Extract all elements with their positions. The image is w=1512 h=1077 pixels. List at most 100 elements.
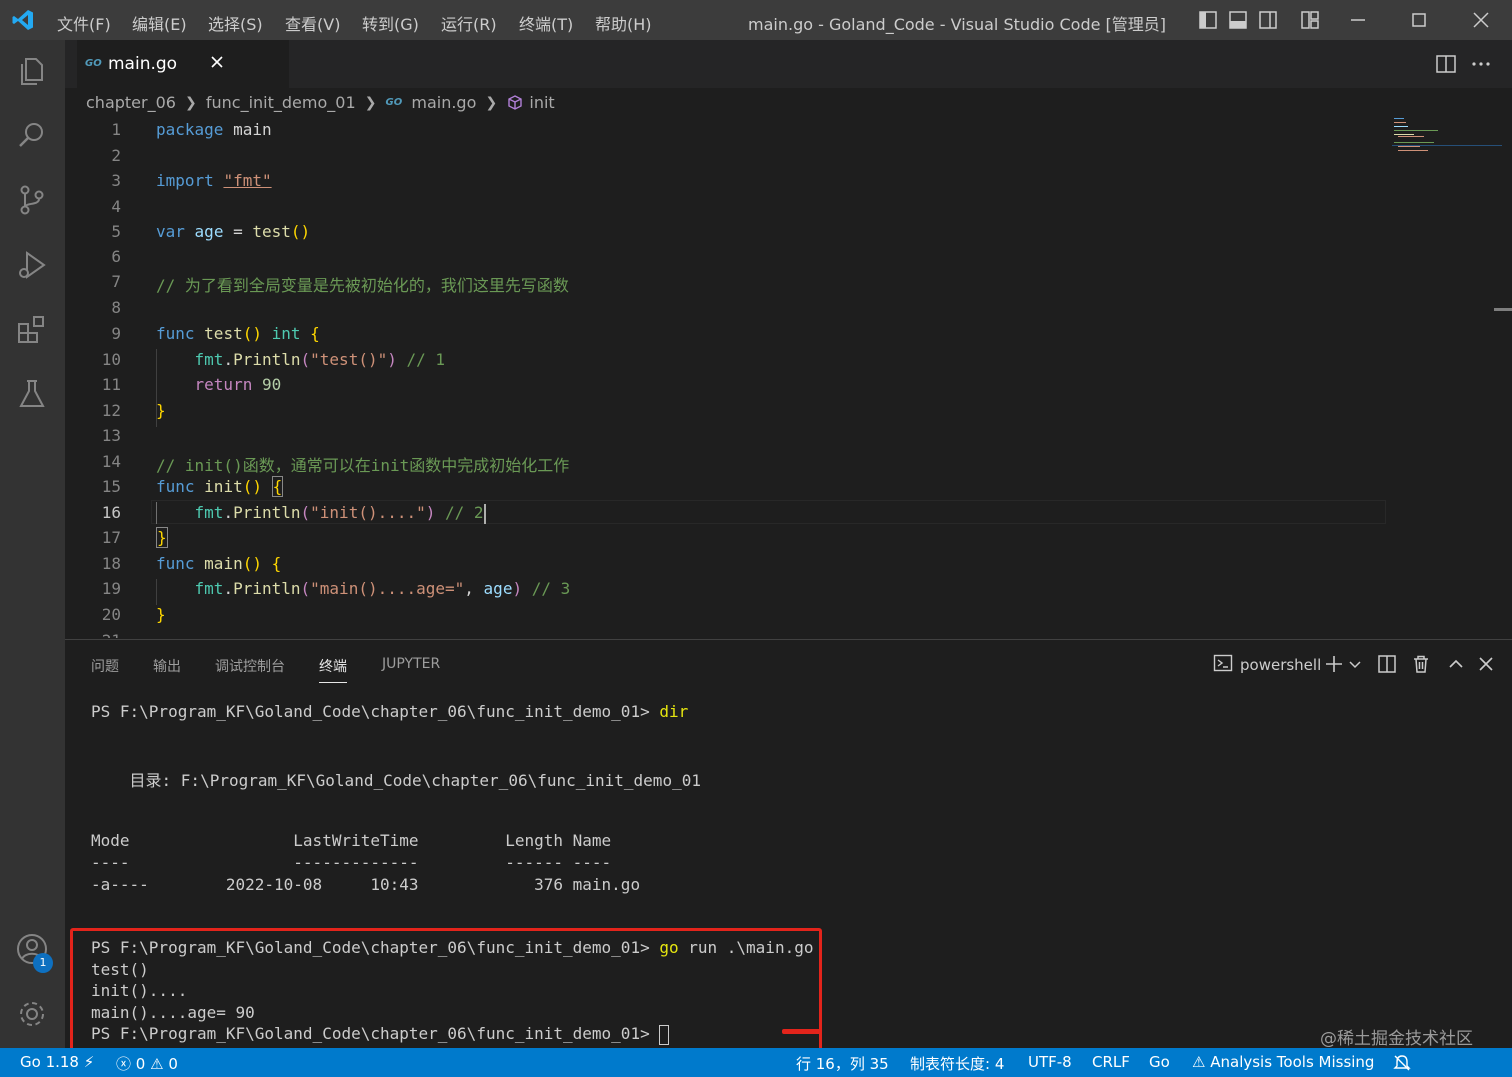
code-line-17: }: [156, 527, 168, 548]
line-number: 5: [111, 222, 121, 241]
tab-problems[interactable]: 问题: [91, 656, 119, 676]
line-number: 8: [111, 298, 121, 317]
toggle-panel-icon[interactable]: [1228, 10, 1248, 30]
breadcrumb-file[interactable]: main.go: [411, 93, 476, 112]
editor-tab-bar: GO main.go: [65, 40, 1512, 88]
kill-terminal-trash-icon[interactable]: [1411, 654, 1431, 674]
search-icon[interactable]: [15, 118, 49, 152]
code-line-3: import "fmt": [156, 171, 272, 190]
new-terminal-plus-icon[interactable]: [1324, 654, 1344, 674]
menu-selection[interactable]: 选择(S): [208, 11, 263, 35]
line-number: 19: [101, 579, 121, 598]
warning-icon: ⚠: [150, 1055, 164, 1073]
toggle-primary-sidebar-icon[interactable]: [1198, 10, 1218, 30]
line-number: 3: [111, 171, 121, 190]
line-number: 15: [101, 477, 121, 496]
menu-terminal[interactable]: 终端(T): [519, 11, 573, 35]
code-editor[interactable]: 123456789101112131415161718192021 packag…: [65, 116, 1512, 638]
line-number: 14: [101, 452, 121, 471]
breadcrumb-folder[interactable]: chapter_06: [86, 93, 176, 112]
menu-help[interactable]: 帮助(H): [595, 11, 652, 35]
terminal-shell-label[interactable]: powershell: [1240, 656, 1321, 674]
toggle-secondary-sidebar-icon[interactable]: [1258, 10, 1278, 30]
line-number: 4: [111, 197, 121, 216]
menu-view[interactable]: 查看(V): [285, 11, 340, 35]
go-file-icon: GO: [385, 97, 403, 108]
source-control-icon[interactable]: [15, 183, 49, 217]
minimap[interactable]: [1392, 116, 1502, 156]
cursor-position-status[interactable]: 行 16，列 35: [796, 1053, 889, 1074]
breadcrumb-symbol[interactable]: init: [529, 93, 554, 112]
error-icon: ⓧ: [116, 1055, 132, 1073]
menu-edit[interactable]: 编辑(E): [132, 11, 187, 35]
terminal-line: ---- ------------- ------ ----: [91, 853, 612, 872]
menu-file[interactable]: 文件(F): [57, 11, 111, 35]
text-cursor: [483, 503, 486, 524]
code-line-16: fmt.Println("init()....") // 2: [194, 503, 486, 524]
terminal-line: PS F:\Program_KF\Goland_Code\chapter_06\…: [91, 702, 689, 721]
lightning-icon: ⚡: [83, 1053, 95, 1071]
testing-icon[interactable]: [15, 377, 49, 411]
code-line-14: // init()函数，通常可以在init函数中完成初始化工作: [156, 456, 570, 475]
go-file-icon: GO: [85, 58, 102, 69]
encoding-status[interactable]: UTF-8: [1028, 1053, 1072, 1071]
line-number: 16: [101, 503, 121, 522]
extensions-icon[interactable]: [15, 312, 49, 346]
maximize-icon[interactable]: [1407, 8, 1431, 32]
code-line-10: fmt.Println("test()") // 1: [194, 350, 446, 369]
line-number: 10: [101, 350, 121, 369]
run-debug-icon[interactable]: [15, 248, 49, 282]
tab-label: main.go: [108, 54, 178, 74]
line-number: 12: [101, 401, 121, 420]
close-panel-icon[interactable]: [1476, 654, 1496, 674]
terminal-line: -a---- 2022-10-08 10:43 376 main.go: [91, 875, 641, 894]
go-version-status[interactable]: Go 1.18 ⚡: [20, 1053, 94, 1071]
tab-jupyter[interactable]: JUPYTER: [382, 656, 440, 672]
watermark: @稀土掘金技术社区: [1320, 1029, 1473, 1049]
annotation-underline-mark: [782, 1029, 822, 1034]
close-tab-icon[interactable]: [209, 54, 225, 70]
menu-run[interactable]: 运行(R): [441, 11, 497, 35]
terminal-shell-icon: [1213, 654, 1233, 672]
eol-status[interactable]: CRLF: [1092, 1053, 1130, 1071]
tab-main-go[interactable]: GO main.go: [77, 40, 289, 88]
chevron-right-icon: ❯: [485, 94, 498, 111]
line-number: 20: [101, 605, 121, 624]
window-title: main.go - Goland_Code - Visual Studio Co…: [748, 15, 1167, 34]
annotation-highlight-box: [70, 928, 822, 1054]
problems-status[interactable]: ⓧ 0 ⚠ 0: [116, 1053, 178, 1074]
title-bar: 文件(F) 编辑(E) 选择(S) 查看(V) 转到(G) 运行(R) 终端(T…: [0, 0, 1512, 40]
code-line-15: func init() {: [156, 476, 284, 497]
customize-layout-icon[interactable]: [1300, 10, 1320, 30]
explorer-icon[interactable]: [15, 54, 49, 88]
notifications-muted-icon[interactable]: [1392, 1054, 1412, 1072]
analysis-tools-status[interactable]: ⚠ Analysis Tools Missing: [1192, 1053, 1374, 1071]
scrollbar-thumb[interactable]: [1494, 308, 1512, 311]
breadcrumb-subfolder[interactable]: func_init_demo_01: [206, 93, 356, 112]
code-line-12: }: [156, 401, 166, 420]
minimize-icon[interactable]: [1346, 8, 1370, 32]
language-mode-status[interactable]: Go: [1149, 1053, 1170, 1071]
split-editor-icon[interactable]: [1435, 53, 1457, 75]
tab-output[interactable]: 输出: [153, 656, 181, 676]
maximize-panel-chevron-up-icon[interactable]: [1446, 654, 1466, 674]
tab-terminal[interactable]: 终端: [319, 656, 347, 683]
chevron-down-icon[interactable]: [1348, 654, 1362, 674]
activity-bar: 1: [0, 40, 65, 1048]
menu-go[interactable]: 转到(G): [362, 11, 419, 35]
settings-gear-icon[interactable]: [15, 997, 49, 1031]
warning-icon: ⚠: [1192, 1053, 1206, 1071]
close-window-icon[interactable]: [1469, 8, 1493, 32]
code-line-9: func test() int {: [156, 324, 320, 343]
code-line-19: fmt.Println("main()....age=", age) // 3: [194, 579, 571, 598]
line-number: 1: [111, 120, 121, 139]
vscode-logo-icon: [12, 10, 33, 30]
more-actions-icon[interactable]: [1470, 53, 1492, 75]
tab-size-status[interactable]: 制表符长度: 4: [910, 1053, 1004, 1074]
code-line-5: var age = test(): [156, 222, 311, 241]
split-terminal-icon[interactable]: [1377, 654, 1397, 674]
code-line-18: func main() {: [156, 554, 282, 573]
line-number: 11: [101, 375, 121, 394]
line-number: 6: [111, 247, 121, 266]
tab-debug-console[interactable]: 调试控制台: [215, 656, 285, 676]
